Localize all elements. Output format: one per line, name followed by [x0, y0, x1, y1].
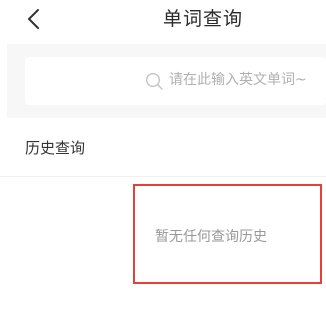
search-input[interactable] — [145, 67, 326, 93]
word-query-page: 单词查询 请在此输入英文单词~ 历史查询 暂无任何查询历史 — [0, 0, 326, 328]
divider — [0, 176, 326, 177]
empty-history-message: 暂无任何查询历史 — [155, 229, 267, 245]
nav-bar: 单词查询 — [0, 0, 326, 42]
search-box[interactable]: 请在此输入英文单词~ — [25, 57, 326, 105]
history-section-title: 历史查询 — [25, 139, 86, 157]
empty-state-highlight: 暂无任何查询历史 — [133, 184, 322, 284]
page-title: 单词查询 — [162, 8, 243, 30]
search-area: 请在此输入英文单词~ — [7, 44, 326, 118]
